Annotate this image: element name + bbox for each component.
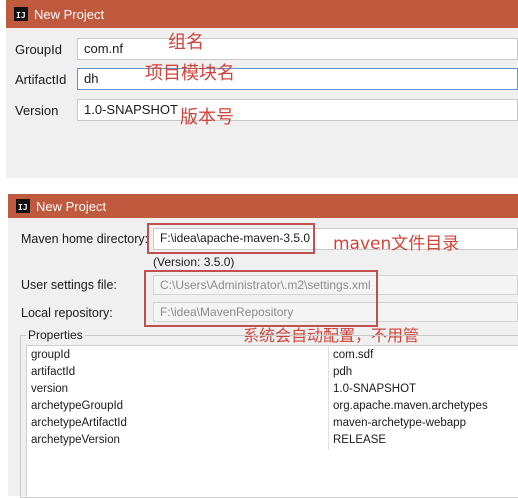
table-row[interactable]: archetypeArtifactId maven-archetype-weba… bbox=[27, 415, 518, 432]
property-key: archetypeArtifactId bbox=[31, 417, 127, 429]
property-key: version bbox=[31, 383, 69, 395]
intellij-icon: IJ bbox=[14, 7, 28, 21]
groupid-label: GroupId bbox=[15, 42, 62, 57]
properties-legend: Properties bbox=[26, 328, 85, 342]
property-value: pdh bbox=[333, 366, 353, 378]
table-row[interactable]: version 1.0-SNAPSHOT bbox=[27, 381, 518, 398]
auto-config-highlight bbox=[144, 270, 378, 327]
maven-home-highlight bbox=[147, 223, 315, 254]
property-key: artifactId bbox=[31, 366, 76, 378]
annotation-artifact: 项目模块名 bbox=[145, 63, 235, 84]
property-value: 1.0-SNAPSHOT bbox=[333, 383, 417, 395]
properties-table: groupId com.sdf artifactId pdh version 1… bbox=[26, 345, 518, 498]
maven-version-text: (Version: 3.5.0) bbox=[153, 255, 235, 269]
table-row[interactable]: groupId com.sdf bbox=[27, 347, 518, 364]
version-label: Version bbox=[15, 103, 59, 118]
property-value: org.apache.maven.archetypes bbox=[333, 400, 488, 412]
top-dialog-title: New Project bbox=[34, 6, 105, 22]
local-repo-label: Local repository: bbox=[21, 306, 113, 320]
table-row[interactable]: archetypeVersion RELEASE bbox=[27, 432, 518, 449]
table-row[interactable]: artifactId pdh bbox=[27, 364, 518, 381]
table-row[interactable]: archetypeGroupId org.apache.maven.archet… bbox=[27, 398, 518, 415]
artifactid-label: ArtifactId bbox=[15, 72, 67, 87]
intellij-icon: IJ bbox=[16, 199, 30, 213]
maven-home-label: Maven home directory: bbox=[21, 232, 149, 246]
bottom-dialog-title: New Project bbox=[36, 198, 107, 214]
user-settings-label: User settings file: bbox=[21, 278, 117, 292]
bottom-dialog-titlebar: IJ New Project bbox=[8, 194, 518, 218]
annotation-group: 组名 bbox=[168, 32, 204, 53]
property-key: groupId bbox=[31, 349, 71, 361]
property-value: com.sdf bbox=[333, 349, 374, 361]
top-dialog-titlebar: IJ New Project bbox=[6, 0, 518, 28]
property-value: RELEASE bbox=[333, 434, 387, 446]
version-input[interactable]: 1.0-SNAPSHOT bbox=[77, 99, 518, 121]
property-key: archetypeGroupId bbox=[31, 400, 124, 412]
artifactid-input[interactable]: dh bbox=[77, 68, 518, 90]
annotation-maven: maven文件目录 bbox=[333, 234, 460, 254]
property-value: maven-archetype-webapp bbox=[333, 417, 466, 429]
annotation-version: 版本号 bbox=[180, 107, 234, 128]
property-key: archetypeVersion bbox=[31, 434, 120, 446]
groupid-input[interactable]: com.nf bbox=[77, 38, 518, 60]
